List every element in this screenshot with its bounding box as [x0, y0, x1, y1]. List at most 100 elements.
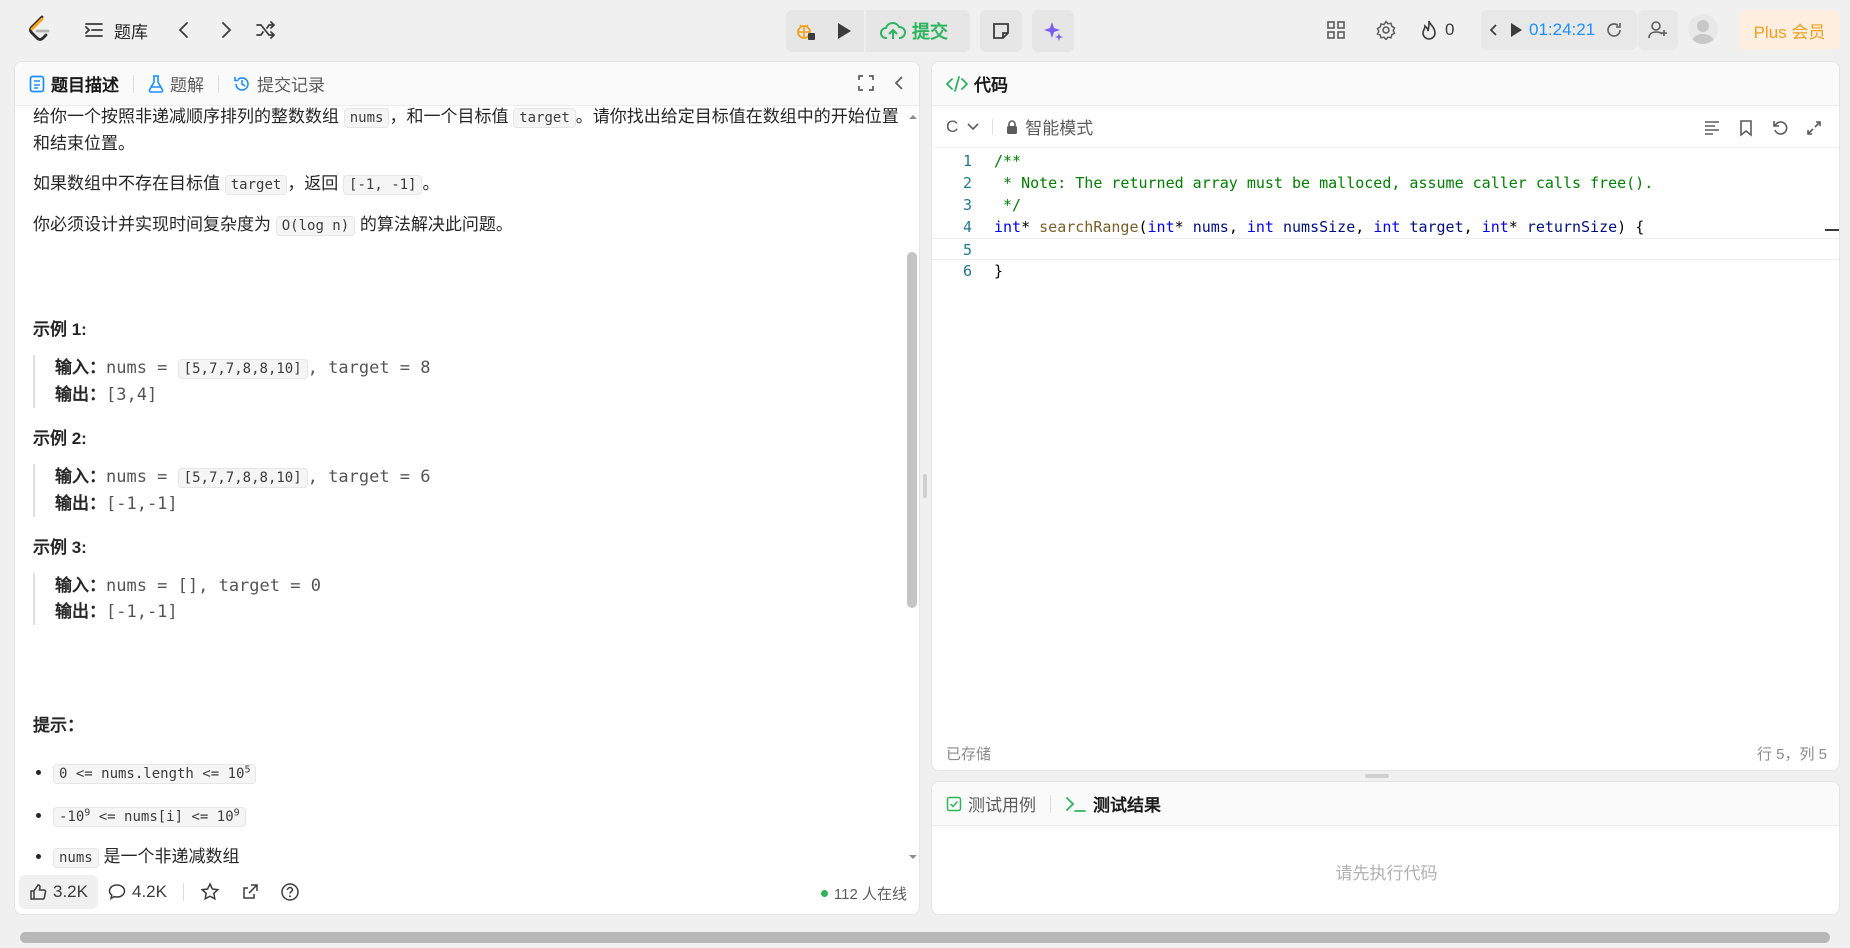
horizontal-resize-handle[interactable]	[1365, 774, 1389, 778]
ai-assistant-button[interactable]	[1032, 10, 1074, 52]
code-title: 代码	[974, 76, 1008, 95]
text: 你必须设计并实现时间复杂度为	[33, 215, 276, 234]
timer-reset-button[interactable]	[1605, 21, 1623, 39]
description-paragraph: 给你一个按照非递减顺序排列的整数数组 nums ，和一个目标值 target 。请你…	[33, 106, 903, 157]
problem-list-button[interactable]: 题库	[84, 14, 148, 46]
online-text: 112 人在线	[833, 886, 907, 903]
thumbs-up-icon	[29, 883, 47, 901]
smart-mode-toggle[interactable]: 智能模式	[1005, 114, 1093, 139]
output-label: 输出：	[55, 602, 106, 621]
leetcode-logo-icon[interactable]	[26, 14, 54, 44]
note-icon	[993, 23, 1009, 39]
next-problem-button[interactable]	[210, 14, 242, 46]
inline-code: [5,7,7,8,8,10]	[177, 359, 308, 379]
collapse-panel-icon[interactable]	[893, 74, 905, 92]
example-block: 输入：nums = [], target = 0 输出：[-1,-1]	[33, 573, 903, 625]
layout-icon[interactable]	[1322, 16, 1350, 44]
random-problem-button[interactable]	[250, 14, 282, 46]
hints-title: 提示：	[33, 716, 84, 735]
collapse-timer-button[interactable]	[1489, 23, 1499, 37]
tab-description[interactable]: 题目描述	[29, 71, 119, 96]
tab-label: 提交记录	[257, 76, 325, 95]
notes-button[interactable]	[980, 10, 1022, 52]
code-panel-header: 代码	[932, 62, 1839, 106]
share-button[interactable]	[230, 875, 270, 909]
inline-code: nums	[343, 108, 390, 128]
saved-status: 已存储	[946, 745, 992, 763]
description-paragraph: 如果数组中不存在目标值 target ，返回 [-1, -1]。	[33, 171, 903, 198]
run-submit-group: 提交	[786, 10, 1074, 52]
line-code: /**	[994, 152, 1022, 170]
description-paragraph: 你必须设计并实现时间复杂度为 O(log n) 的算法解决此问题。	[33, 212, 903, 239]
code-editor[interactable]: 1 /** 2 * Note: The returned array must …	[932, 150, 1839, 730]
star-icon	[200, 882, 220, 901]
run-button[interactable]	[824, 10, 864, 52]
inline-code: O(log n)	[275, 216, 356, 236]
tab-solutions[interactable]: 题解	[148, 71, 204, 96]
line-number: 3	[962, 196, 972, 214]
shuffle-icon	[256, 21, 276, 39]
example-title: 示例 2:	[33, 429, 87, 448]
code-icon	[946, 75, 968, 93]
input-text: nums =	[106, 358, 178, 378]
list-icon	[84, 21, 104, 39]
tab-test-cases[interactable]: 测试用例	[946, 791, 1036, 816]
example-title: 示例 1:	[33, 320, 87, 339]
line-number: 4	[962, 218, 972, 236]
hints-list: 0 <= nums.length <= 105 -10 9 <= nums[i] …	[33, 757, 903, 869]
text: 0 <= nums.length <= 10	[59, 765, 245, 782]
horizontal-scrollbar[interactable]	[20, 932, 1830, 943]
tab-test-results[interactable]: 测试结果	[1065, 791, 1161, 816]
prev-problem-button[interactable]	[168, 14, 200, 46]
format-icon[interactable]	[1695, 114, 1729, 142]
help-button[interactable]	[270, 875, 310, 909]
debug-button[interactable]	[786, 10, 824, 52]
overview-ruler-cursor	[1825, 229, 1839, 231]
sparkle-icon	[1044, 22, 1063, 41]
line-code: int* searchRange(int* nums, int numsSize…	[994, 218, 1645, 236]
bug-icon	[797, 24, 815, 40]
line-code: }	[994, 262, 1004, 280]
settings-gear-icon[interactable]	[1372, 16, 1400, 44]
like-button[interactable]: 3.2K	[19, 875, 98, 909]
history-icon	[233, 75, 251, 93]
line-number: 1	[962, 152, 972, 170]
tab-submissions[interactable]: 提交记录	[233, 71, 325, 96]
submit-label: 提交	[912, 22, 948, 42]
text: -10	[59, 809, 85, 826]
inline-code: [-1, -1]	[343, 175, 423, 195]
checkbox-icon	[946, 796, 962, 812]
comment-icon	[108, 883, 126, 901]
code-line: 3 */	[932, 194, 1839, 216]
bookmark-icon[interactable]	[1729, 114, 1763, 142]
input-text: , target = 8	[307, 358, 431, 378]
mode-label: 智能模式	[1025, 119, 1094, 138]
favorite-button[interactable]	[190, 875, 230, 909]
invite-user-button[interactable]	[1638, 10, 1678, 50]
top-bar: 题库 提交 0 01:24:21 Plus 会员	[0, 0, 1850, 60]
tab-code[interactable]: 代码	[946, 71, 1008, 96]
hint-item: 0 <= nums.length <= 105	[53, 757, 903, 787]
editor-actions	[1695, 114, 1831, 142]
example-title: 示例 3:	[33, 538, 87, 557]
language-select[interactable]: C	[946, 117, 980, 137]
submit-button[interactable]: 提交	[866, 10, 966, 52]
fullscreen-icon[interactable]	[857, 74, 875, 92]
timer-play-button[interactable]	[1509, 22, 1523, 38]
code-panel: 代码 C 智能模式 1 /** 2 * Note: The returned a…	[931, 61, 1840, 771]
reset-icon[interactable]	[1763, 114, 1797, 142]
avatar[interactable]	[1688, 14, 1718, 44]
code-line: 1 /**	[932, 150, 1839, 172]
flask-icon	[148, 74, 164, 93]
text: 。	[422, 174, 440, 193]
plus-membership-button[interactable]: Plus 会员	[1739, 10, 1840, 50]
comments-button[interactable]: 4.2K	[98, 875, 177, 909]
streak-counter[interactable]: 0	[1420, 16, 1454, 44]
line-number: 6	[962, 262, 972, 280]
input-text: nums =	[106, 467, 178, 487]
scrollbar-thumb[interactable]	[907, 252, 917, 608]
vertical-resize-handle[interactable]	[923, 474, 927, 498]
expand-icon[interactable]	[1797, 114, 1831, 142]
text: 是一个非递减数组	[98, 847, 240, 867]
add-user-icon	[1648, 21, 1667, 39]
